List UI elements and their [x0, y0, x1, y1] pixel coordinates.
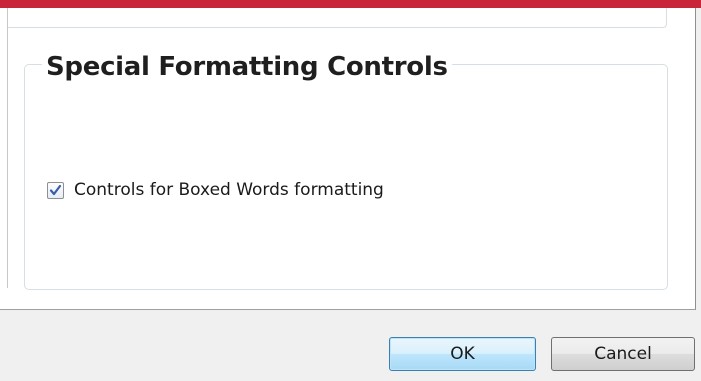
- boxed-words-checkbox[interactable]: [47, 181, 64, 199]
- boxed-words-option[interactable]: Controls for Boxed Words formatting: [47, 177, 384, 203]
- ok-button[interactable]: OK: [389, 337, 536, 371]
- groupbox-title: Special Formatting Controls: [42, 51, 452, 83]
- previous-groupbox-edge: [8, 8, 667, 28]
- dialog-content-panel: Special Formatting Controls Controls for…: [0, 8, 696, 310]
- window-accent-bar: [0, 0, 701, 8]
- boxed-words-label[interactable]: Controls for Boxed Words formatting: [74, 180, 384, 200]
- checkmark-icon: [49, 184, 62, 195]
- cancel-button[interactable]: Cancel: [551, 337, 695, 371]
- left-divider: [7, 8, 8, 288]
